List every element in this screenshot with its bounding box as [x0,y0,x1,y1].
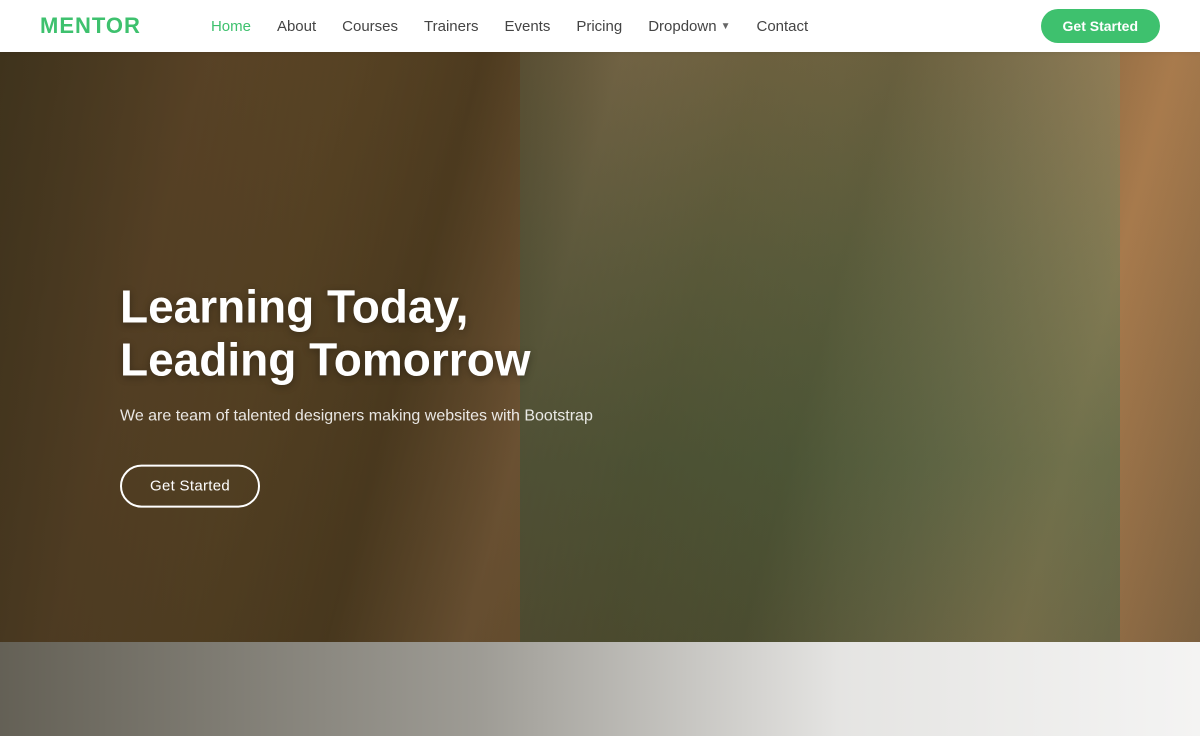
nav-item-dropdown[interactable]: Dropdown ▼ [638,0,740,52]
nav-link-courses[interactable]: Courses [342,18,398,35]
navbar-cta: Get Started [1041,9,1160,43]
hero-content: Learning Today, Leading Tomorrow We are … [120,281,593,508]
navbar: MENTOR Home About Courses Trainers Event… [0,0,1200,52]
nav-get-started-button[interactable]: Get Started [1041,9,1160,43]
brand-logo[interactable]: MENTOR [40,13,141,39]
nav-item-about[interactable]: About [267,0,326,52]
chevron-down-icon: ▼ [721,21,731,32]
nav-link-contact[interactable]: Contact [756,18,808,35]
hero-get-started-button[interactable]: Get Started [120,464,260,507]
nav-link-dropdown[interactable]: Dropdown ▼ [648,18,730,35]
nav-item-home[interactable]: Home [201,0,261,52]
nav-item-events[interactable]: Events [494,0,560,52]
nav-links: Home About Courses Trainers Events Prici… [201,0,1041,52]
nav-item-courses[interactable]: Courses [332,0,408,52]
nav-item-trainers[interactable]: Trainers [414,0,488,52]
nav-item-contact[interactable]: Contact [746,0,818,52]
nav-link-about[interactable]: About [277,18,316,35]
nav-item-pricing[interactable]: Pricing [566,0,632,52]
nav-link-home[interactable]: Home [211,18,251,35]
hero-subtitle: We are team of talented designers making… [120,404,593,428]
hero-section: Learning Today, Leading Tomorrow We are … [0,52,1200,736]
hero-title: Learning Today, Leading Tomorrow [120,281,593,387]
nav-link-trainers[interactable]: Trainers [424,18,478,35]
nav-link-pricing[interactable]: Pricing [576,18,622,35]
nav-link-events[interactable]: Events [504,18,550,35]
